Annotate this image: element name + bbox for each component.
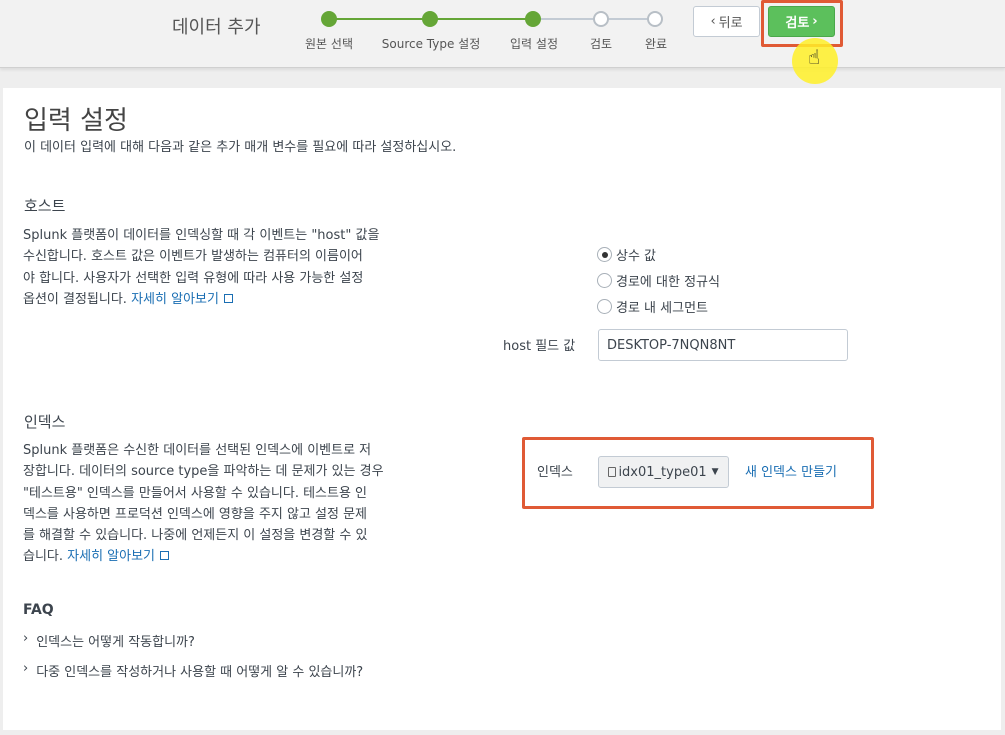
step-label-done: 완료 [644,37,668,51]
radio-button[interactable] [597,299,612,314]
host-field-input[interactable] [598,329,848,361]
chevron-right-icon: › [23,631,29,646]
chevron-right-icon: › [23,661,29,676]
host-description: Splunk 플랫폼이 데이터를 인덱싱할 때 각 이벤트는 "host" 값을… [23,225,418,310]
step-label-sourcetype: Source Type 설정 [381,37,481,51]
index-desc-line-last: 습니다. 자세히 알아보기 [23,546,418,567]
host-section-title: 호스트 [24,197,66,215]
index-dropdown-value: idx01_type01 [618,464,707,480]
chevron-left-icon: ‹ [710,14,716,29]
radio-path-regex[interactable]: 경로에 대한 정규식 [597,271,720,290]
index-desc-line: "테스트용" 인덱스를 만들어서 사용할 수 있습니다. 테스트용 인 [23,485,368,501]
step-dot-review [593,11,609,27]
step-dot-done [647,11,663,27]
index-desc-line: Splunk 플랫폼은 수신한 데이터를 선택된 인덱스에 이벤트로 저 [23,443,372,458]
index-section-title: 인덱스 [24,413,66,431]
faq-heading: FAQ [23,602,54,618]
host-learn-more-link[interactable]: 자세히 알아보기 [131,292,219,307]
external-link-icon [160,551,170,561]
radio-button-checked[interactable] [597,247,612,262]
index-desc-line: 를 해결할 수 있습니다. 나중에 언제든지 이 설정을 변경할 수 있 [23,528,368,544]
faq-item-label: 다중 인덱스를 작성하거나 사용할 때 어떻게 알 수 있습니까? [36,665,364,680]
radio-label: 경로에 대한 정규식 [616,275,720,290]
host-desc-line-last: 옵션이 결정됩니다. 자세히 알아보기 [23,289,418,310]
index-field-label: 인덱스 [537,465,573,480]
hand-cursor-icon: ☝ [808,45,821,69]
step-label-source: 원본 선택 [305,37,353,51]
index-dropdown[interactable]: idx01_type01 ▼ [598,456,729,488]
index-description: Splunk 플랫폼은 수신한 데이터를 선택된 인덱스에 이벤트로 저 장합니… [23,440,418,568]
create-new-index-link[interactable]: 새 인덱스 만들기 [745,461,837,480]
host-field-label: host 필드 값 [503,339,576,354]
host-desc-line-text: 옵션이 결정됩니다. [23,291,127,307]
step-label-input-settings: 입력 설정 [510,37,558,51]
chevron-right-icon: › [812,14,818,29]
page-title: 입력 설정 [24,106,128,136]
step-dot-source [321,11,337,27]
radio-button[interactable] [597,273,612,288]
caret-down-icon: ▼ [711,467,719,477]
host-desc-line: 야 합니다. 사용자가 선택한 입력 유형에 따라 사용 가능한 설정 [23,270,364,286]
external-link-icon [223,293,233,303]
index-desc-line: 장합니다. 데이터의 source type을 파악하는 데 문제가 있는 경우 [23,464,384,480]
step-label-review: 검토 [589,37,613,51]
host-desc-line: Splunk 플랫폼이 데이터를 인덱싱할 때 각 이벤트는 "host" 값을 [23,228,380,243]
radio-label: 경로 내 세그먼트 [616,301,708,316]
back-button[interactable]: ‹ 뒤로 [693,6,760,37]
review-button-label: 검토 [785,16,810,31]
step-dot-sourcetype [422,11,438,27]
step-dot-input-settings [525,11,541,27]
top-bar [0,0,1005,68]
page-subtitle: 이 데이터 입력에 대해 다음과 같은 추가 매개 변수를 필요에 따라 설정하… [24,140,457,155]
page-heading: 데이터 추가 [172,17,261,38]
faq-item[interactable]: › 다중 인덱스를 작성하거나 사용할 때 어떻게 알 수 있습니까? [23,661,363,680]
radio-label: 상수 값 [616,249,657,264]
faq-item[interactable]: › 인덱스는 어떻게 작동합니까? [23,631,195,650]
radio-path-segment[interactable]: 경로 내 세그먼트 [597,297,708,316]
database-icon [608,467,617,477]
index-learn-more-link[interactable]: 자세히 알아보기 [67,549,155,564]
radio-constant-value[interactable]: 상수 값 [597,245,656,264]
faq-item-label: 인덱스는 어떻게 작동합니까? [36,635,195,650]
index-desc-line-text: 습니다. [23,549,64,565]
back-button-label: 뒤로 [718,16,743,31]
host-desc-line: 수신합니다. 호스트 값은 이벤트가 발생하는 컴퓨터의 이름이어 [23,249,363,265]
index-desc-line: 덱스를 사용하면 프로덕션 인덱스에 영향을 주지 않고 설정 문제 [23,506,368,522]
review-button[interactable]: 검토 › [768,6,835,37]
